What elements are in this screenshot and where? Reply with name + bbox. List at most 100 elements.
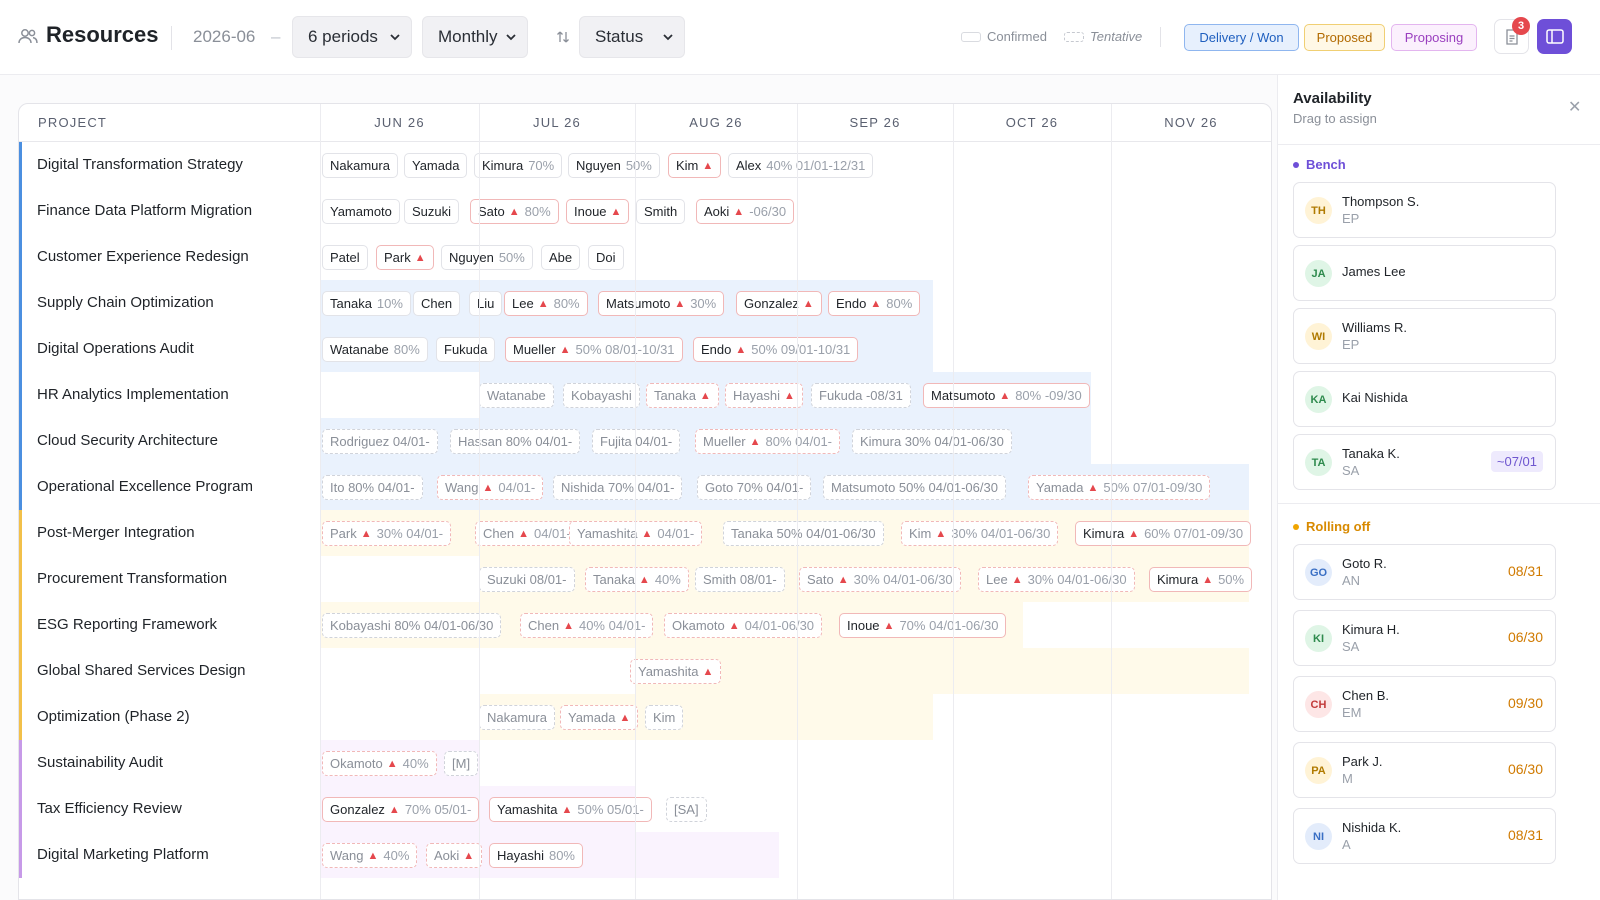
assignment-chip[interactable]: Park ▲ 30% 04/01- [322, 521, 452, 546]
assignment-chip[interactable]: Yamashita ▲ 50% 05/01- [489, 797, 652, 822]
assignment-chip[interactable]: Fujita 04/01- [592, 429, 681, 454]
assignment-chip[interactable]: [M] [444, 751, 479, 776]
person-card[interactable]: JA James Lee [1293, 245, 1556, 301]
assignment-chip[interactable]: Kobayashi 80% 04/01-06/30 [322, 613, 502, 638]
assignment-chip[interactable]: Nishida 70% 04/01- [553, 475, 683, 500]
assignment-chip[interactable]: Nakamura [479, 705, 555, 730]
assignment-chip[interactable]: Gonzalez ▲ 70% 05/01- [322, 797, 480, 822]
assignment-chip[interactable]: Wang ▲ 04/01- [437, 475, 544, 500]
assignment-chip[interactable]: Kim ▲ 30% 04/01-06/30 [901, 521, 1059, 546]
assignment-chip[interactable]: Fukuda [436, 337, 496, 362]
assignment-chip[interactable]: Gonzalez ▲ [736, 291, 822, 316]
project-name[interactable]: Operational Excellence Program [37, 478, 253, 495]
table-row[interactable]: Operational Excellence Program Ito 80% 04… [19, 464, 1271, 510]
table-row[interactable]: Digital Marketing Platform Wang ▲ 40% Aoki ▲ H… [19, 832, 1271, 878]
project-name[interactable]: Supply Chain Optimization [37, 294, 214, 311]
assignment-chip[interactable]: Suzuki 08/01- [479, 567, 575, 592]
badge-proposed[interactable]: Proposed [1304, 24, 1385, 51]
assignment-chip[interactable]: Okamoto ▲ 40% [322, 751, 437, 776]
assignment-chip[interactable]: Kimura ▲ 50% [1149, 567, 1253, 592]
assignment-chip[interactable]: Inoue ▲ [566, 199, 630, 224]
assignment-chip[interactable]: Sato ▲ 80% [470, 199, 559, 224]
table-row[interactable]: Post-Merger Integration Park ▲ 30% 04/01- Ch… [19, 510, 1271, 556]
assignment-chip[interactable]: Doi [588, 245, 624, 270]
project-name[interactable]: Customer Experience Redesign [37, 248, 249, 265]
person-card[interactable]: NI Nishida K. A 08/31 [1293, 808, 1556, 864]
assignment-chip[interactable]: Nguyen 50% [568, 153, 660, 178]
assignment-chip[interactable]: Abe [541, 245, 581, 270]
project-name[interactable]: Post-Merger Integration [37, 524, 195, 541]
project-name[interactable]: ESG Reporting Framework [37, 616, 217, 633]
assignment-chip[interactable]: Hayashi 80% [489, 843, 583, 868]
project-name[interactable]: Digital Operations Audit [37, 340, 194, 357]
assignment-chip[interactable]: Matsumoto ▲ 80% -09/30 [923, 383, 1090, 408]
assignment-chip[interactable]: Watanabe 80% [322, 337, 428, 362]
assignment-chip[interactable]: Tanaka ▲ 40% [585, 567, 689, 592]
person-card[interactable]: WI Williams R. EP [1293, 308, 1556, 364]
person-card[interactable]: GO Goto R. AN 08/31 [1293, 544, 1556, 600]
assignment-chip[interactable]: Goto 70% 04/01- [697, 475, 812, 500]
assignment-chip[interactable]: Kim [645, 705, 684, 730]
assignment-chip[interactable]: [SA] [666, 797, 707, 822]
table-row[interactable]: ESG Reporting Framework Kobayashi 80% 04/… [19, 602, 1271, 648]
table-row[interactable]: Global Shared Services Design Yamashita ▲ [19, 648, 1271, 694]
badge-proposing[interactable]: Proposing [1391, 24, 1477, 51]
assignment-chip[interactable]: Yamada ▲ 50% 07/01-09/30 [1028, 475, 1211, 500]
project-name[interactable]: Finance Data Platform Migration [37, 202, 252, 219]
person-card[interactable]: KA Kai Nishida [1293, 371, 1556, 427]
assignment-chip[interactable]: Hayashi ▲ [725, 383, 803, 408]
project-name[interactable]: Procurement Transformation [37, 570, 227, 587]
assignment-chip[interactable]: Endo ▲ 50% 09/01-10/31 [693, 337, 859, 362]
table-row[interactable]: Customer Experience Redesign Patel Park ▲ Ng… [19, 234, 1271, 280]
assignment-chip[interactable]: Kimura ▲ 60% 07/01-09/30 [1075, 521, 1252, 546]
assignment-chip[interactable]: Tanaka 10% [322, 291, 411, 316]
assignment-chip[interactable]: Nakamura [322, 153, 398, 178]
assignment-chip[interactable]: Aoki ▲ [426, 843, 483, 868]
table-row[interactable]: Finance Data Platform Migration Yamamoto S… [19, 188, 1271, 234]
assignment-chip[interactable]: Nguyen 50% [441, 245, 533, 270]
assignment-chip[interactable]: Matsumoto 50% 04/01-06/30 [823, 475, 1006, 500]
panel-toggle-button[interactable] [1537, 19, 1572, 54]
assignment-chip[interactable]: Yamada ▲ [560, 705, 639, 730]
assignment-chip[interactable]: Yamada [404, 153, 468, 178]
project-name[interactable]: Sustainability Audit [37, 754, 163, 771]
assignment-chip[interactable]: Fukuda -08/31 [811, 383, 911, 408]
assignment-chip[interactable]: Kimura 30% 04/01-06/30 [852, 429, 1012, 454]
table-row[interactable]: Digital Operations Audit Watanabe 80% Fukud… [19, 326, 1271, 372]
assignment-chip[interactable]: Sato ▲ 30% 04/01-06/30 [799, 567, 961, 592]
table-row[interactable]: Supply Chain Optimization Tanaka 10% Chen Li… [19, 280, 1271, 326]
assignment-chip[interactable]: Chen ▲ 04/01- [475, 521, 579, 546]
assignment-chip[interactable]: Aoki ▲ -06/30 [696, 199, 795, 224]
table-row[interactable]: Procurement Transformation Suzuki 08/01- T… [19, 556, 1271, 602]
assignment-chip[interactable]: Kim ▲ [668, 153, 722, 178]
project-name[interactable]: Cloud Security Architecture [37, 432, 218, 449]
assignment-chip[interactable]: Lee ▲ 80% [504, 291, 588, 316]
project-name[interactable]: Digital Transformation Strategy [37, 156, 243, 173]
assignment-chip[interactable]: Suzuki [404, 199, 460, 224]
assignment-chip[interactable]: Yamashita ▲ [630, 659, 722, 684]
project-name[interactable]: Tax Efficiency Review [37, 800, 182, 817]
assignment-chip[interactable]: Kimura 70% [474, 153, 563, 178]
assignment-chip[interactable]: Liu [469, 291, 503, 316]
person-card[interactable]: TA Tanaka K. SA ~07/01 [1293, 434, 1556, 490]
assignment-chip[interactable]: Kobayashi [563, 383, 640, 408]
person-card[interactable]: PA Park J. M 06/30 [1293, 742, 1556, 798]
table-row[interactable]: Digital Transformation Strategy Nakamura Y… [19, 142, 1271, 188]
project-name[interactable]: Global Shared Services Design [37, 662, 245, 679]
granularity-select[interactable]: Monthly [422, 16, 528, 58]
assignment-chip[interactable]: Smith 08/01- [695, 567, 785, 592]
table-row[interactable]: HR Analytics Implementation Watanabe Kobay… [19, 372, 1271, 418]
badge-delivery-won[interactable]: Delivery / Won [1184, 24, 1299, 51]
assignment-chip[interactable]: Rodriguez 04/01- [322, 429, 438, 454]
assignment-chip[interactable]: Tanaka 50% 04/01-06/30 [723, 521, 884, 546]
assignment-chip[interactable]: Mueller ▲ 80% 04/01- [695, 429, 841, 454]
assignment-chip[interactable]: Patel [322, 245, 368, 270]
person-card[interactable]: KI Kimura H. SA 06/30 [1293, 610, 1556, 666]
project-name[interactable]: Optimization (Phase 2) [37, 708, 190, 725]
assignment-chip[interactable]: Ito 80% 04/01- [322, 475, 423, 500]
assignment-chip[interactable]: Matsumoto ▲ 30% [598, 291, 725, 316]
close-icon[interactable]: ✕ [1568, 97, 1581, 117]
sort-icon[interactable] [556, 30, 570, 44]
assignment-chip[interactable]: Chen [413, 291, 461, 316]
status-select[interactable]: Status [579, 16, 685, 58]
